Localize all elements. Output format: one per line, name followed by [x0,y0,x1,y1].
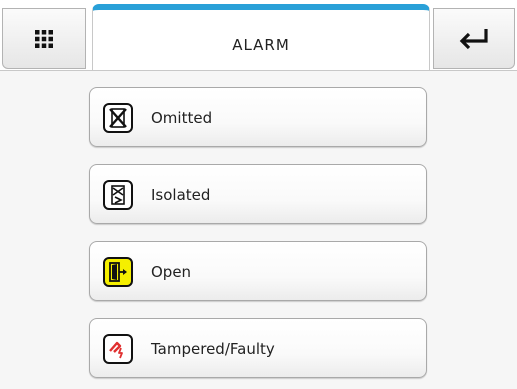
list-item-isolated[interactable]: Isolated [89,164,427,224]
menu-button[interactable] [2,8,86,69]
title-tab: ALARM [92,4,430,70]
header-bar: ALARM [0,0,517,70]
list-item-tampered-faulty[interactable]: Tampered/Faulty [89,318,427,378]
grid-icon [35,29,53,48]
open-door-icon [103,257,133,287]
list-item-label: Tampered/Faulty [151,340,275,358]
list-item-open[interactable]: Open [89,241,427,301]
list-item-label: Isolated [151,186,211,204]
omitted-icon [103,103,133,133]
back-button[interactable] [433,8,515,69]
tamper-fault-icon [103,334,133,364]
list-item-omitted[interactable]: Omitted [89,87,427,147]
page-title: ALARM [232,36,290,54]
list-item-label: Omitted [151,109,213,127]
enter-return-icon [459,28,488,49]
alarm-list: Omitted Isolated Open Tampered/Faulty [0,70,517,389]
isolated-icon [103,180,133,210]
list-item-label: Open [151,263,192,281]
